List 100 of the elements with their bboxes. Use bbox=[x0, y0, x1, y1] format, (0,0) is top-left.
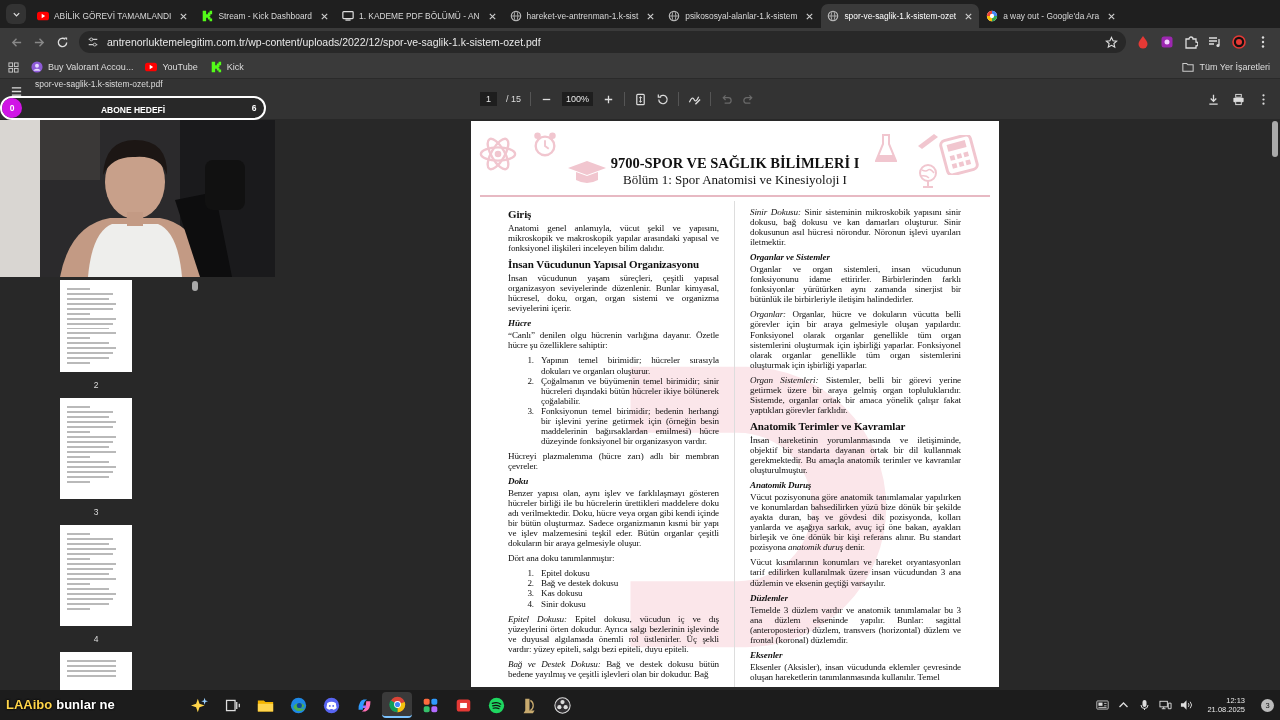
list-number: 3. bbox=[526, 405, 534, 418]
apps-grid-icon[interactable] bbox=[8, 61, 19, 73]
paragraph: Benzer yapısı olan, aynı işlev ve farklılaşmayı gösteren hücreler birliği ile bu hücrelerin ürettikleri maddelere doku adı verilmektedir. Doku, hücre veya organ gibi kendi içinde bir bütün oluşturmaz. Sadece organizmanın kısmi bir yapı ve işlev malzemesini teşkil eder. Bütün organlar çeşitli dokuların bir araya gelmesiyle oluşur. bbox=[508, 488, 719, 549]
page-number: 4 bbox=[93, 633, 99, 646]
section-heading: Giriş bbox=[508, 208, 533, 221]
browser-tab[interactable]: spor-ve-saglik-1.k-sistem-ozet bbox=[821, 4, 980, 28]
paragraph: Temelde 3 düzlem vardır ve anatomik tanımlamalar bu 3 ana düzlem ekseninde yapılır. Bunlar: sagittal (anteroposterior) düzlem, transvers (horizontal) düzlem ve frontal (koronal) düzlemdir. bbox=[750, 604, 961, 645]
browser-tab[interactable]: psikososyal-alanlar-1.k-sistem bbox=[662, 4, 821, 28]
network-icon[interactable] bbox=[1159, 699, 1173, 711]
paragraph: Epitel Dokusu: Epitel dokusu, vücudun iç ve dış yüzeylerini örten dokudur. Ayrıca salgı bezlerinin işlevinde ve duyusal algılamada önemli rol üstlenirler. Üç şekli vardır: yüzey epiteli, salgı bezi epiteli, duyu epiteli. bbox=[508, 613, 719, 654]
all-bookmarks-link[interactable]: Tüm Yer İşaretleri bbox=[1182, 61, 1270, 73]
page-thumbnail[interactable] bbox=[60, 280, 132, 372]
logo-icon bbox=[201, 10, 214, 22]
logo-icon bbox=[209, 61, 222, 73]
bookmark-link[interactable]: Buy Valorant Accou... bbox=[31, 61, 134, 73]
browser-tab[interactable]: 1. KADEME PDF BÖLÜMÜ - AN bbox=[336, 4, 503, 28]
close-icon[interactable] bbox=[805, 11, 815, 21]
paragraph: Organlar: Organlar, hücre ve dokuların vücutta belli görevler için bir araya gelmesiyle oluşan yapılardır. Fonksiyonel olarak organlar genellikle tüm organ sistemlerini oluşturmak için işbirliği yaparlar. Fonksiyonel olarak organlar genellikle tüm organ sistemlerini oluşturmak için işbirliği yaparlar. bbox=[750, 309, 961, 370]
globe-icon bbox=[509, 10, 522, 22]
rotate-icon[interactable] bbox=[656, 92, 670, 106]
section-heading: İnsan Vücudunun Yapısal Organizasyonu bbox=[508, 258, 700, 272]
list-item: Kas dokusu bbox=[541, 588, 584, 599]
volume-icon[interactable] bbox=[1180, 699, 1194, 711]
page-thumbnail[interactable] bbox=[60, 525, 132, 626]
flask-icon bbox=[875, 133, 897, 163]
goal-target-count: 6 bbox=[250, 103, 258, 113]
close-icon[interactable] bbox=[964, 11, 974, 21]
browser-tab[interactable]: ABİLİK GÖREVİ TAMAMLANDI bbox=[31, 4, 195, 28]
close-icon[interactable] bbox=[179, 11, 189, 21]
list-item: Yapının temel birimidir; hücreler sırasıyla dokuları ve organları oluşturur. bbox=[541, 355, 719, 376]
paragraph: Eksenler (Aksisler), insan vücudunda eklemler çevresinde oluşan hareketlerin tanımlanmasında kullanılır. Temel bbox=[750, 661, 961, 682]
list-item: Epitel dokusu bbox=[541, 568, 591, 579]
wheel-icon[interactable] bbox=[382, 692, 412, 718]
download-icon[interactable] bbox=[1207, 92, 1220, 106]
monitor-icon bbox=[342, 10, 354, 22]
print-icon[interactable] bbox=[1232, 92, 1245, 106]
list-number: 1. bbox=[526, 355, 534, 368]
avatar-icon bbox=[31, 61, 43, 73]
page-thumbnail[interactable] bbox=[60, 398, 132, 499]
list-item: Fonksiyonun temel birimidir; bedenin herhangi bir işlevini yerine getirmek için (örneğin besin maddelerinin bağırsaklardan emilmesi) hücre düzeyinde fonksiyonel bir organizasyon vardır. bbox=[541, 405, 719, 446]
section-heading: Anatomik Terimler ve Kavramlar bbox=[750, 419, 907, 433]
calculator-icon bbox=[937, 135, 981, 175]
list-item: Sinir dokusu bbox=[541, 598, 587, 609]
close-icon[interactable] bbox=[1107, 11, 1117, 21]
subsection-heading: Düzlemler bbox=[750, 592, 789, 603]
paragraph: İnsan hareketinin yorumlanmasında ve iletişiminde, objektif bir standarta dayanan ortak bir dil kullanmak gerekmektedir. Bu amaçla anatomik terimler ve kavramlar oluşturulmuştur. bbox=[750, 434, 961, 476]
page-number: 2 bbox=[93, 379, 99, 392]
microphone-icon[interactable] bbox=[1138, 699, 1152, 711]
bookmark-star-icon[interactable] bbox=[1105, 35, 1118, 49]
play-icon bbox=[145, 61, 158, 73]
paragraph: Hücreyi plazmalemma (hücre zarı) adlı bir membran çevreler. bbox=[508, 450, 719, 471]
zoom-field[interactable]: 100% bbox=[562, 92, 594, 106]
site-settings-icon[interactable] bbox=[87, 36, 99, 48]
list-number: 4. bbox=[526, 598, 534, 609]
globe-icon bbox=[827, 10, 840, 22]
pencil-icon bbox=[917, 131, 939, 149]
list-number: 2. bbox=[526, 375, 534, 388]
browser-tab[interactable]: Stream - Kick Dashboard bbox=[195, 4, 335, 28]
globe-icon bbox=[917, 163, 939, 189]
tab-search-button[interactable] bbox=[6, 4, 26, 24]
list-item: Bağ ve destek dokusu bbox=[541, 578, 620, 589]
puzzle-icon[interactable] bbox=[1184, 35, 1198, 49]
close-icon[interactable] bbox=[487, 11, 497, 21]
paragraph: Vücut pozisyonuna göre anatomik tanımlamalar yapılırken ve konumlardan bahsedilirken yüzü bize dönük bir şekilde ayakta duran, baş ve gövdesi dik pozisyonda, kolları yanlarda ve aşağıya sarkık, avuç içi öne bakan, ayakları birleşik ve öne dönük bir kişi referans alınır. Bu standart pozisyona anatomik duruş denir. bbox=[750, 492, 961, 553]
extension-icon[interactable] bbox=[1160, 35, 1174, 49]
paragraph: İnsan vücudunun yaşam süreçleri, çeşitli yapısal organizasyon seviyelerinde düzenlenir. Bunlar kimyasal, hücresel, doku, organ, organ sistemi ve organizma seviyelerini içerir. bbox=[508, 273, 719, 314]
reload-icon[interactable] bbox=[56, 35, 69, 49]
browser-tab[interactable]: hareket-ve-antrenman-1.k-sist bbox=[503, 4, 662, 28]
paragraph: Anatomi genel anlamıyla, vücut şekil ve yapısını, mikroskopik ve makroskopik yapılar arasındaki yapısal ve fonksiyonel ilişkileri inceleyen bilim dalıdır. bbox=[508, 223, 719, 254]
document-subtitle: Bölüm 1: Spor Anatomisi ve Kinesiyoloji I bbox=[623, 172, 847, 187]
list-number: 1. bbox=[526, 568, 534, 579]
profile-avatar-icon[interactable] bbox=[1232, 35, 1246, 49]
media-control-icon[interactable] bbox=[1208, 35, 1222, 49]
scrollbar-thumb[interactable] bbox=[192, 281, 198, 291]
drop-icon[interactable] bbox=[1136, 35, 1150, 49]
subsection-heading: Anatomik Duruş bbox=[750, 480, 813, 491]
list-number: 3. bbox=[526, 588, 534, 599]
address-field[interactable]: antrenorluktemelegitim.com.tr/wp-content/uploads/2022/12/spor-ve-saglik-1.k-sistem-ozet.pdf bbox=[79, 31, 1126, 53]
browser-tab[interactable]: a way out - Google'da Ara bbox=[980, 4, 1123, 28]
scrollbar-thumb[interactable] bbox=[1272, 121, 1278, 157]
close-icon[interactable] bbox=[320, 11, 329, 21]
subsection-heading: Organlar ve Sistemler bbox=[750, 252, 831, 263]
paragraph: Sinir Dokusu: Sinir sisteminin mikroskobik yapısını sinir dokusu, bağ dokusu ve kan damarları oluşturur. Sinir dokusunun asıl hücresi nörondur. Nöronun işlevi uyarıları iletmektir. bbox=[750, 207, 961, 248]
bookmark-link[interactable]: Kick bbox=[209, 61, 244, 73]
alarm-clock-icon bbox=[531, 131, 559, 159]
bookmark-link[interactable]: YouTube bbox=[145, 61, 198, 73]
news-widget-icon[interactable] bbox=[1096, 699, 1110, 711]
fit-page-icon[interactable] bbox=[634, 92, 648, 106]
globe-icon bbox=[668, 10, 681, 22]
chat-message: LAAibo bunlar ne bbox=[6, 697, 115, 712]
paragraph: Vücut kısımlarının konumları ve hareket oryantasyonları tarif edilirken kullanılmak üzere insan vücudundan 3 ana düzlemin ve eksenin geçtiği varsayılır. bbox=[750, 557, 961, 588]
subsection-heading: Hücre bbox=[508, 318, 533, 329]
page-number-field[interactable]: 1 bbox=[480, 92, 497, 106]
list-item: Çoğalmanın ve büyümenin temel birimidir; sinir hücreleri dışındaki bütün hücreler ikiye bölünerek çoğalabilir. bbox=[541, 375, 719, 406]
menu-icon[interactable] bbox=[10, 85, 23, 98]
close-icon[interactable] bbox=[646, 11, 656, 21]
page-number: 3 bbox=[93, 506, 99, 519]
document-title: 9700-SPOR VE SAĞLIK BİLİMLERİ I bbox=[610, 155, 860, 172]
paragraph: Organ Sistemleri: Sistemler, belli bir görevi yerine getirmek üzere bir araya gelmiş organ topluluklarıdır. Sistemde, organlar ortak bir amaca yönelik çalışır fakat yaptıkları görevler farklıdır. bbox=[750, 374, 961, 415]
atom-icon bbox=[479, 135, 517, 173]
